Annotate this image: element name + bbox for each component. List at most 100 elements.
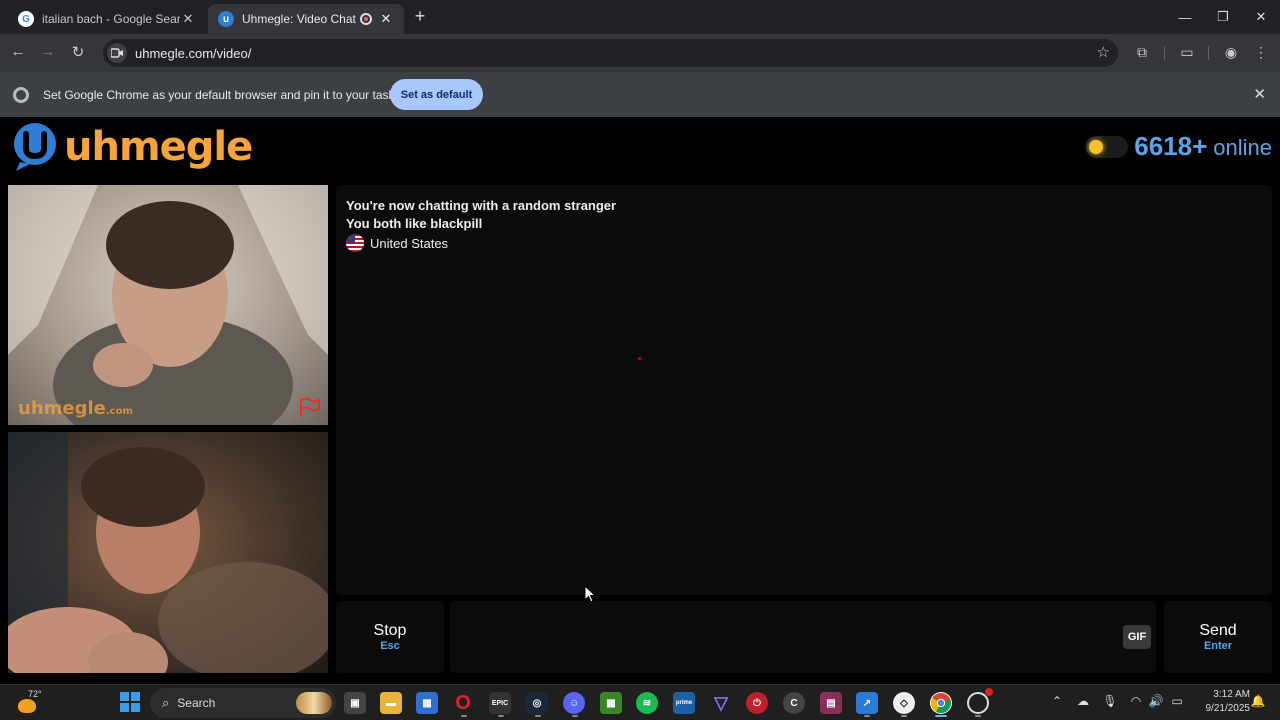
notification-bell-icon[interactable]: 🔔 bbox=[1250, 694, 1266, 708]
tab-title: italian bach - Google Search bbox=[42, 12, 180, 26]
running-indicator bbox=[975, 715, 981, 717]
badge-app-icon[interactable] bbox=[967, 688, 993, 714]
volume-icon[interactable]: 🔊 bbox=[1148, 694, 1164, 708]
browser-toolbar: ← → ↻ uhmegle.com/video/ ☆ ⧉ ▭ ◉ ⋮ bbox=[0, 34, 1280, 72]
clock-date: 9/21/2025 bbox=[1205, 703, 1251, 714]
send-label: Send bbox=[1199, 622, 1237, 639]
logo-text: uhmegle bbox=[64, 124, 253, 170]
discord-icon[interactable]: ☺ bbox=[563, 692, 585, 714]
weather-icon bbox=[18, 699, 36, 713]
wifi-icon[interactable]: ◠ bbox=[1128, 694, 1144, 708]
battery-icon[interactable]: ▭ bbox=[1169, 694, 1185, 708]
us-flag-icon bbox=[346, 234, 364, 252]
report-flag-icon[interactable] bbox=[298, 397, 322, 417]
chrome-taskbar-icon[interactable] bbox=[930, 692, 952, 714]
search-icon: ⌕ bbox=[162, 695, 170, 710]
stranger-country: United States bbox=[346, 234, 1262, 252]
online-counter: 6618+ online bbox=[1134, 131, 1272, 162]
start-button[interactable] bbox=[120, 692, 140, 712]
uhmegle-favicon-icon: u bbox=[218, 11, 234, 27]
opera-icon[interactable]: O bbox=[452, 692, 474, 714]
country-name: United States bbox=[370, 235, 449, 251]
logo-bubble-icon bbox=[10, 122, 60, 172]
toolbar-divider bbox=[1208, 46, 1209, 60]
chrome-icon bbox=[13, 87, 29, 103]
onedrive-icon[interactable]: ☁ bbox=[1075, 694, 1091, 708]
notification-badge bbox=[985, 688, 993, 696]
close-window-button[interactable]: ✕ bbox=[1242, 0, 1280, 34]
address-bar[interactable]: uhmegle.com/video/ ☆ bbox=[103, 39, 1118, 67]
weather-widget[interactable]: 72° bbox=[16, 689, 46, 717]
new-tab-button[interactable]: + bbox=[410, 6, 430, 27]
infobar-message: Set Google Chrome as your default browse… bbox=[43, 88, 412, 102]
chat-log: You're now chatting with a random strang… bbox=[336, 185, 1272, 595]
active-indicator bbox=[935, 715, 947, 717]
back-button[interactable]: ← bbox=[8, 43, 28, 60]
running-indicator bbox=[901, 715, 907, 717]
clock-time: 3:12 AM bbox=[1213, 689, 1250, 700]
microsoft-store-icon[interactable]: ▦ bbox=[416, 692, 438, 714]
maximize-button[interactable]: ❐ bbox=[1204, 0, 1242, 34]
epic-games-icon[interactable]: EPIC bbox=[489, 692, 511, 714]
taskbar-search[interactable]: ⌕ Search bbox=[150, 688, 336, 718]
tab-title: Uhmegle: Video Chat | Ome bbox=[242, 12, 360, 26]
extensions-icon[interactable]: ⧉ bbox=[1132, 44, 1152, 61]
bookmark-star-icon[interactable]: ☆ bbox=[1097, 43, 1110, 61]
chevron-up-icon[interactable]: ⌃ bbox=[1049, 694, 1065, 708]
power-app-icon[interactable]: ⏻ bbox=[746, 692, 768, 714]
remote-desktop-icon[interactable]: ↗ bbox=[856, 692, 878, 714]
winrar-icon[interactable]: ▤ bbox=[820, 692, 842, 714]
online-label: online bbox=[1213, 135, 1272, 160]
common-interest-message: You both like blackpill bbox=[346, 216, 483, 231]
gif-button[interactable]: GIF bbox=[1123, 625, 1151, 649]
running-indicator bbox=[864, 715, 870, 717]
microphone-icon[interactable]: 🎙 bbox=[1102, 694, 1118, 708]
close-tab-icon[interactable]: ✕ bbox=[180, 11, 196, 27]
video-watermark: uhmegle.com bbox=[18, 398, 133, 419]
system-clock[interactable]: 3:12 AM 9/21/2025 bbox=[1196, 688, 1251, 716]
stop-label: Stop bbox=[373, 622, 407, 639]
close-infobar-icon[interactable]: ✕ bbox=[1253, 85, 1266, 103]
reload-button[interactable]: ↻ bbox=[68, 43, 88, 61]
send-shortcut: Enter bbox=[1203, 640, 1233, 652]
proton-vpn-icon[interactable]: ▽ bbox=[710, 692, 732, 714]
theme-toggle[interactable] bbox=[1086, 136, 1128, 158]
default-browser-infobar: Set Google Chrome as your default browse… bbox=[0, 72, 1280, 117]
stranger-video: uhmegle.com bbox=[8, 185, 328, 425]
weather-temp: 72° bbox=[28, 689, 42, 699]
search-highlight-image bbox=[296, 692, 332, 714]
prime-video-icon[interactable]: prime bbox=[673, 692, 695, 714]
url-text: uhmegle.com/video/ bbox=[135, 45, 252, 61]
cast-icon[interactable]: ▭ bbox=[1177, 44, 1197, 61]
online-count: 6618+ bbox=[1134, 131, 1208, 161]
tab-google-search[interactable]: G italian bach - Google Search ✕ bbox=[8, 4, 206, 34]
site-info-icon[interactable] bbox=[107, 43, 127, 63]
running-indicator bbox=[461, 715, 467, 717]
mouse-cursor-icon bbox=[584, 585, 596, 603]
running-indicator bbox=[535, 715, 541, 717]
circle-app-icon[interactable]: ◇ bbox=[893, 692, 915, 714]
google-icon: G bbox=[18, 11, 34, 27]
toolbar-divider bbox=[1164, 46, 1165, 60]
stop-shortcut: Esc bbox=[380, 640, 400, 652]
self-video bbox=[8, 432, 328, 673]
menu-icon[interactable]: ⋮ bbox=[1251, 44, 1271, 61]
steam-icon[interactable]: ◎ bbox=[526, 692, 548, 714]
forward-button[interactable]: → bbox=[38, 43, 58, 60]
set-as-default-button[interactable]: Set as default bbox=[390, 79, 483, 110]
minecraft-icon[interactable]: ▩ bbox=[600, 692, 622, 714]
task-view-icon[interactable]: ▣ bbox=[344, 692, 366, 714]
tab-uhmegle[interactable]: u Uhmegle: Video Chat | Ome ✕ bbox=[208, 4, 404, 34]
site-logo[interactable]: uhmegle bbox=[10, 121, 253, 173]
spotify-icon[interactable]: ≋ bbox=[636, 692, 658, 714]
ch-app-icon[interactable]: C bbox=[783, 692, 805, 714]
close-tab-icon[interactable]: ✕ bbox=[378, 11, 394, 27]
minimize-button[interactable]: — bbox=[1166, 0, 1204, 34]
message-input[interactable] bbox=[450, 601, 1156, 673]
file-explorer-icon[interactable]: ▬ bbox=[380, 692, 402, 714]
sun-icon bbox=[1089, 140, 1103, 154]
system-message: You're now chatting with a random strang… bbox=[346, 198, 617, 213]
profile-icon[interactable]: ◉ bbox=[1221, 44, 1241, 61]
send-button[interactable]: Send Enter bbox=[1164, 601, 1272, 673]
stop-button[interactable]: Stop Esc bbox=[336, 601, 444, 673]
